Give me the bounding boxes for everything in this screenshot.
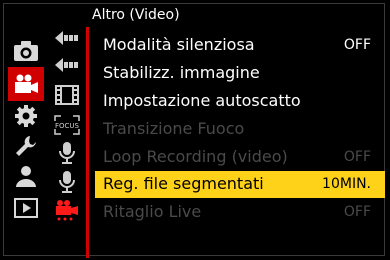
- menu-item-value: OFF: [343, 149, 371, 165]
- menu-item-label: Loop Recording (video): [103, 147, 288, 166]
- film-strip-icon[interactable]: [52, 82, 82, 108]
- sub-tab-column: FOCUS: [52, 0, 84, 260]
- camera-icon[interactable]: [10, 35, 42, 67]
- wrench-icon[interactable]: [10, 130, 42, 162]
- menu-item-silent-mode[interactable]: Modalità silenziosa OFF: [95, 32, 385, 59]
- arrows-1-icon[interactable]: [52, 25, 82, 51]
- menu-item-value: 10MIN.: [322, 176, 371, 192]
- menu-item-segmented-file-recording[interactable]: Reg. file segmentati 10MIN.: [95, 171, 385, 198]
- focus-icon[interactable]: FOCUS: [52, 112, 82, 138]
- menu-item-label: Transizione Fuoco: [103, 119, 245, 138]
- microphone-2-icon[interactable]: [52, 169, 82, 195]
- menu-item-label: Ritaglio Live: [103, 202, 202, 221]
- menu-divider: [86, 27, 89, 258]
- menu-item-value: OFF: [343, 37, 371, 53]
- menu-item-value: OFF: [343, 204, 371, 220]
- other-video-icon[interactable]: [52, 197, 82, 223]
- gear-icon[interactable]: [10, 100, 42, 132]
- playback-icon[interactable]: [10, 192, 42, 224]
- focus-icon-text: FOCUS: [55, 122, 80, 130]
- menu-item-label: Modalità silenziosa: [103, 35, 255, 54]
- menu-item-label: Reg. file segmentati: [103, 174, 264, 193]
- menu-item-self-timer[interactable]: Impostazione autoscatto: [95, 88, 385, 115]
- menu-item-live-cropping: Ritaglio Live OFF: [95, 199, 385, 226]
- main-tab-column: [2, 0, 48, 260]
- movie-camera-icon[interactable]: [8, 67, 44, 101]
- menu-item-loop-recording: Loop Recording (video) OFF: [95, 144, 385, 171]
- camera-menu-screen: Altro (Video) FOCUS Modalità silenziosa …: [0, 0, 390, 260]
- arrows-2-icon[interactable]: [52, 52, 82, 78]
- menu-item-label: Impostazione autoscatto: [103, 91, 301, 110]
- microphone-1-icon[interactable]: [52, 140, 82, 166]
- menu-title: Altro (Video): [92, 7, 180, 23]
- menu-item-label: Stabilizz. immagine: [103, 63, 260, 82]
- person-icon[interactable]: [10, 160, 42, 192]
- menu-item-focus-transition: Transizione Fuoco: [95, 116, 385, 143]
- menu-item-image-stabilizer[interactable]: Stabilizz. immagine: [95, 60, 385, 87]
